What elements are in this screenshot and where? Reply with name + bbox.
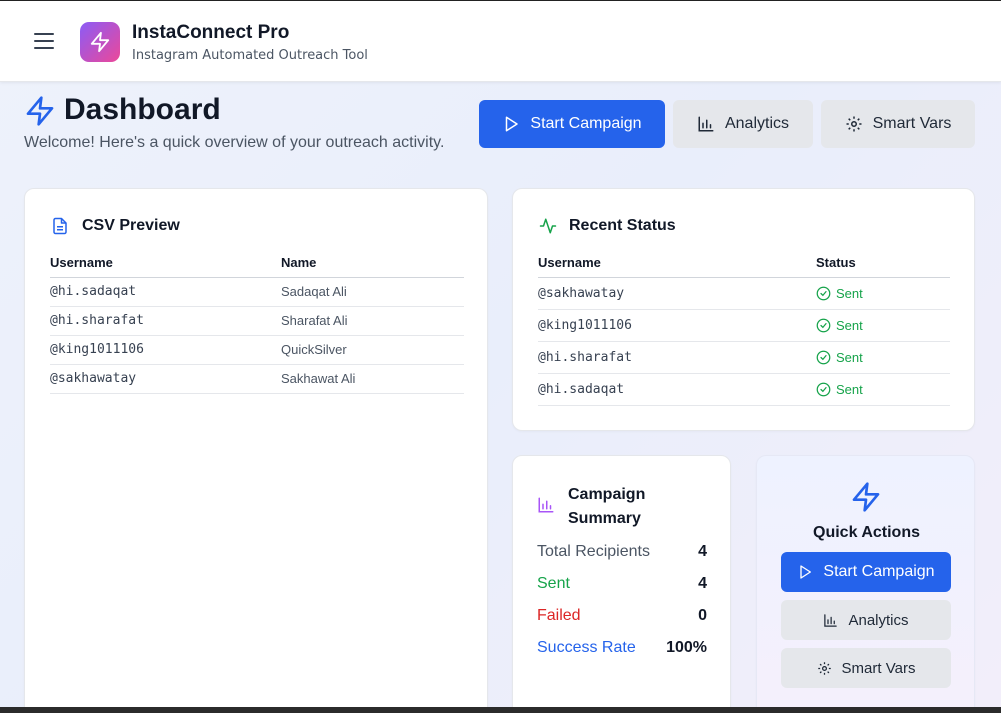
activity-icon [539, 218, 557, 234]
status-label: Sent [836, 317, 863, 333]
status-table: Username Status @sakhawatay Sent @king10… [538, 255, 950, 406]
lightning-icon [852, 482, 880, 512]
smart-vars-button[interactable]: Smart Vars [821, 100, 975, 148]
quick-actions-card: Quick Actions Start Campaign Analytics S… [756, 455, 975, 713]
lightning-icon [26, 96, 54, 126]
app-title: InstaConnect Pro [132, 22, 290, 43]
campaign-summary-title: Campaign Summary [568, 483, 645, 531]
csv-table: Username Name @hi.sadaqat Sadaqat Ali @h… [50, 255, 464, 394]
campaign-summary-title-line1: Campaign [568, 486, 646, 503]
lightning-icon [90, 31, 110, 53]
bottom-edge [0, 707, 1001, 713]
username-cell: @king1011106 [538, 309, 816, 342]
status-label: Sent [836, 285, 863, 301]
app-subtitle: Instagram Automated Outreach Tool [132, 48, 368, 63]
recent-status-card: Recent Status Username Status @sakhawata… [512, 188, 975, 431]
table-row: @hi.sadaqat Sent [538, 373, 950, 406]
table-row: @king1011106 Sent [538, 309, 950, 342]
name-cell: Sharafat Ali [281, 306, 464, 336]
check-circle-icon [816, 382, 831, 396]
status-badge: Sent [816, 318, 950, 333]
gear-icon [846, 116, 862, 132]
table-row: @sakhawatay Sent [538, 277, 950, 310]
username-cell: @hi.sadaqat [538, 373, 816, 406]
smart-vars-label: Smart Vars [872, 115, 952, 132]
summary-row-total: Total Recipients 4 [537, 543, 707, 561]
summary-row-success-rate: Success Rate 100% [537, 639, 707, 657]
quick-start-campaign-button[interactable]: Start Campaign [781, 552, 951, 592]
start-campaign-button[interactable]: Start Campaign [479, 100, 665, 148]
check-circle-icon [816, 286, 831, 300]
menu-icon[interactable] [34, 33, 54, 51]
top-bar: InstaConnect Pro Instagram Automated Out… [0, 0, 1001, 82]
column-header: Name [281, 255, 464, 278]
app-logo [80, 22, 120, 62]
status-cell: Sent [816, 341, 950, 374]
username-cell: @sakhawatay [538, 277, 816, 310]
summary-value: 4 [698, 543, 707, 560]
table-row: @hi.sharafat Sent [538, 341, 950, 374]
status-cell: Sent [816, 373, 950, 406]
name-cell: QuickSilver [281, 335, 464, 365]
summary-value: 0 [698, 607, 707, 624]
start-campaign-label: Start Campaign [530, 115, 642, 132]
summary-label: Sent [537, 575, 570, 592]
bar-chart-icon [698, 116, 714, 132]
quick-analytics-button[interactable]: Analytics [781, 600, 951, 640]
summary-row-sent: Sent 4 [537, 575, 707, 593]
username-cell: @hi.sharafat [50, 306, 281, 336]
bar-chart-icon [824, 613, 838, 627]
check-circle-icon [816, 350, 831, 364]
gear-icon [817, 661, 831, 675]
page-title: Dashboard [64, 93, 221, 126]
table-row: @sakhawatay Sakhawat Ali [50, 364, 464, 394]
play-icon [800, 565, 812, 579]
username-cell: @sakhawatay [50, 364, 281, 394]
status-badge: Sent [816, 382, 950, 397]
summary-value: 4 [698, 575, 707, 592]
quick-start-campaign-label: Start Campaign [823, 563, 935, 580]
status-cell: Sent [816, 309, 950, 342]
campaign-summary-title-line2: Summary [568, 510, 641, 527]
table-row: @hi.sharafat Sharafat Ali [50, 306, 464, 336]
name-cell: Sakhawat Ali [281, 364, 464, 394]
csv-preview-card: CSV Preview Username Name @hi.sadaqat Sa… [24, 188, 488, 713]
username-cell: @hi.sharafat [538, 341, 816, 374]
quick-actions-title: Quick Actions [813, 524, 920, 541]
recent-status-title: Recent Status [569, 217, 676, 234]
quick-smart-vars-label: Smart Vars [841, 659, 916, 677]
quick-analytics-label: Analytics [848, 611, 909, 629]
status-badge: Sent [816, 350, 950, 365]
username-cell: @hi.sadaqat [50, 277, 281, 307]
page-subtitle: Welcome! Here's a quick overview of your… [24, 134, 445, 151]
status-badge: Sent [816, 286, 950, 301]
table-row: @hi.sadaqat Sadaqat Ali [50, 277, 464, 307]
summary-label: Total Recipients [537, 543, 650, 560]
csv-preview-title: CSV Preview [82, 217, 180, 234]
document-icon [53, 217, 67, 235]
name-cell: Sadaqat Ali [281, 277, 464, 307]
table-row: @king1011106 QuickSilver [50, 335, 464, 365]
campaign-summary-card: Campaign Summary Total Recipients 4 Sent… [512, 455, 731, 713]
bar-chart-icon [538, 497, 554, 513]
check-circle-icon [816, 318, 831, 332]
analytics-label: Analytics [724, 115, 790, 132]
column-header: Username [538, 255, 816, 278]
quick-smart-vars-button[interactable]: Smart Vars [781, 648, 951, 688]
summary-value: 100% [666, 639, 707, 656]
play-icon [506, 116, 519, 132]
column-header: Username [50, 255, 281, 278]
summary-row-failed: Failed 0 [537, 607, 707, 625]
summary-label: Success Rate [537, 639, 636, 656]
summary-label: Failed [537, 607, 581, 624]
column-header: Status [816, 255, 950, 278]
analytics-button[interactable]: Analytics [673, 100, 813, 148]
username-cell: @king1011106 [50, 335, 281, 365]
status-cell: Sent [816, 277, 950, 310]
status-label: Sent [836, 349, 863, 365]
status-label: Sent [836, 381, 863, 397]
